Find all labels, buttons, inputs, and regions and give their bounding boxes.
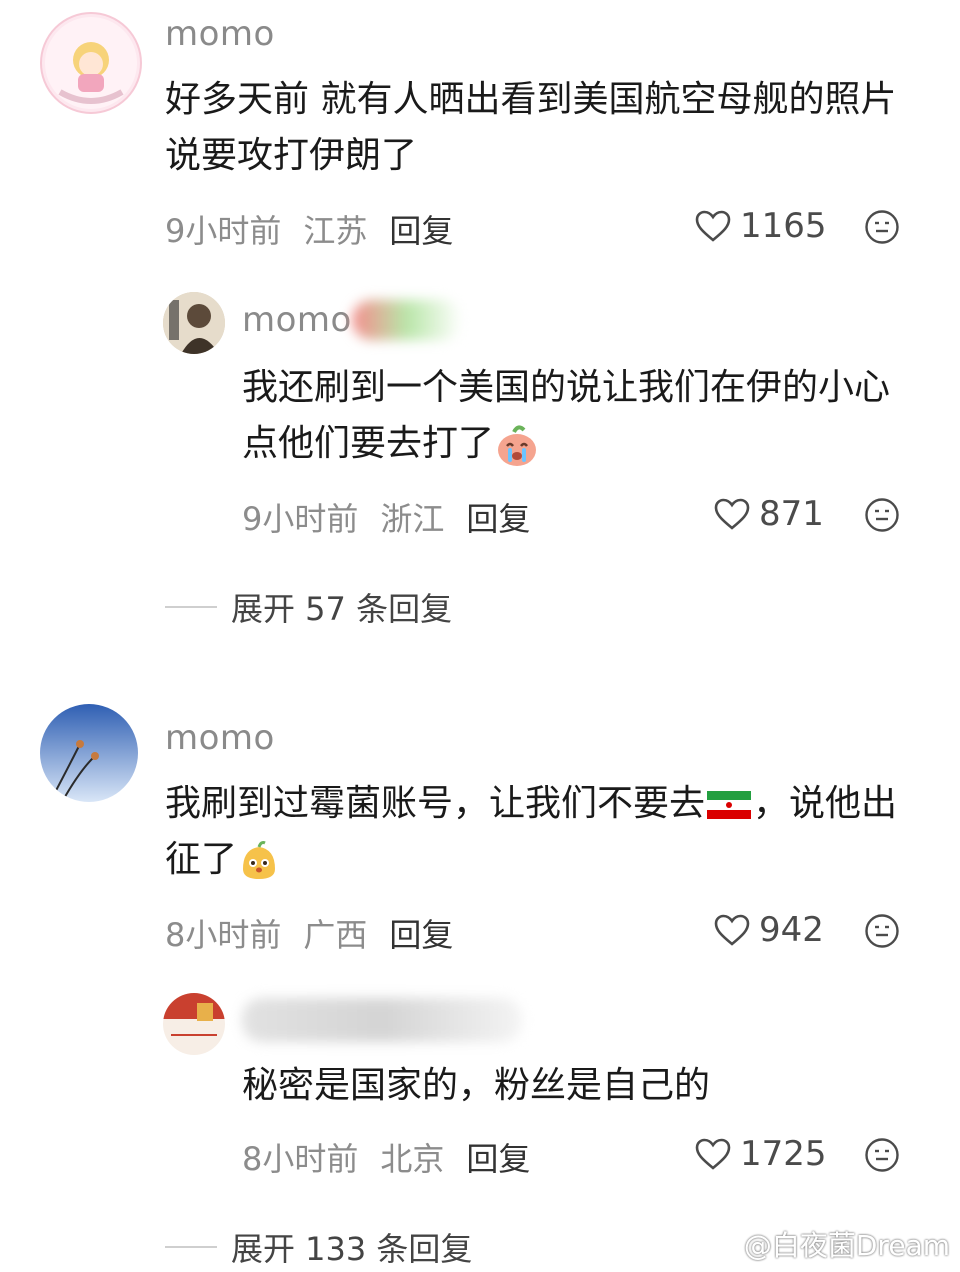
comment-meta: 8小时前 广西 回复 xyxy=(165,910,453,956)
like-count: 1165 xyxy=(740,206,827,246)
dislike-face-icon[interactable] xyxy=(864,209,900,245)
expand-label: 展开 133 条回复 xyxy=(231,1230,473,1268)
location: 浙江 xyxy=(380,500,445,538)
divider xyxy=(165,1246,217,1248)
reply-button[interactable]: 回复 xyxy=(466,494,530,540)
location: 北京 xyxy=(380,1140,445,1178)
timestamp: 8小时前 xyxy=(165,916,282,954)
weibo-logo-icon xyxy=(704,1231,737,1258)
comment-meta: 9小时前 江苏 回复 xyxy=(165,206,453,252)
username[interactable]: momo xyxy=(165,718,275,758)
comment-text-line1: 好多天前 就有人晒出看到美国航空母舰的照片 xyxy=(165,79,897,120)
reply-text-line1: 我还刷到一个美国的说让我们在伊的小心 xyxy=(242,367,891,408)
like-button[interactable]: 942 xyxy=(713,910,824,950)
comment-text-line1: 我刷到过霉菌账号，让我们不要去 ，说他出 xyxy=(165,776,897,832)
cute-bun-emoji-icon xyxy=(243,841,276,879)
location: 江苏 xyxy=(303,212,368,250)
reply-username[interactable]: momo xyxy=(242,300,352,340)
like-count: 942 xyxy=(759,910,824,950)
blurred-username xyxy=(242,998,522,1042)
like-count: 871 xyxy=(759,494,824,534)
watermark: @白夜菌Dream xyxy=(704,1224,950,1264)
reply-text-content: 点他们要去打了 xyxy=(242,423,495,464)
heart-icon xyxy=(714,914,750,946)
comment-text-b: ，说他出 xyxy=(753,783,898,824)
avatar[interactable] xyxy=(40,704,138,802)
reply-button[interactable]: 回复 xyxy=(466,1134,530,1180)
iran-flag-icon xyxy=(707,791,752,819)
reply-meta: 9小时前 浙江 回复 xyxy=(242,494,530,540)
heart-icon xyxy=(695,210,731,242)
username[interactable]: momo xyxy=(165,14,275,54)
expand-label: 展开 57 条回复 xyxy=(231,590,453,628)
watermark-text: @白夜菌Dream xyxy=(743,1229,950,1262)
dislike-face-icon[interactable] xyxy=(864,1137,900,1173)
like-count: 1725 xyxy=(740,1134,827,1174)
like-button[interactable]: 871 xyxy=(713,494,824,534)
comment-text-a: 我刷到过霉菌账号，让我们不要去 xyxy=(165,783,706,824)
like-button[interactable]: 1725 xyxy=(694,1134,827,1174)
location: 广西 xyxy=(303,916,368,954)
expand-replies-button[interactable]: 展开 133 条回复 xyxy=(165,1224,472,1270)
divider xyxy=(165,606,217,608)
reply-text-line1: 秘密是国家的，粉丝是自己的 xyxy=(242,1065,711,1106)
dislike-face-icon[interactable] xyxy=(864,497,900,533)
comment-text-line2: 征了 xyxy=(165,832,281,888)
heart-icon xyxy=(714,498,750,530)
reply-text-line2: 点他们要去打了 xyxy=(242,416,540,472)
timestamp: 8小时前 xyxy=(242,1140,359,1178)
crying-peach-emoji-icon xyxy=(498,425,537,466)
reply-button[interactable]: 回复 xyxy=(389,206,453,252)
reply-button[interactable]: 回复 xyxy=(389,910,453,956)
like-button[interactable]: 1165 xyxy=(694,206,827,246)
timestamp: 9小时前 xyxy=(242,500,359,538)
reply-avatar[interactable] xyxy=(163,292,225,354)
reply-meta: 8小时前 北京 回复 xyxy=(242,1134,530,1180)
dislike-face-icon[interactable] xyxy=(864,913,900,949)
blurred-username xyxy=(352,300,462,340)
comment-text-c: 征了 xyxy=(165,839,238,880)
avatar[interactable] xyxy=(40,12,142,114)
expand-replies-button[interactable]: 展开 57 条回复 xyxy=(165,584,452,630)
comment-text-line2: 说要攻打伊朗了 xyxy=(165,135,418,176)
reply-avatar[interactable] xyxy=(163,993,225,1055)
timestamp: 9小时前 xyxy=(165,212,282,250)
heart-icon xyxy=(695,1138,731,1170)
